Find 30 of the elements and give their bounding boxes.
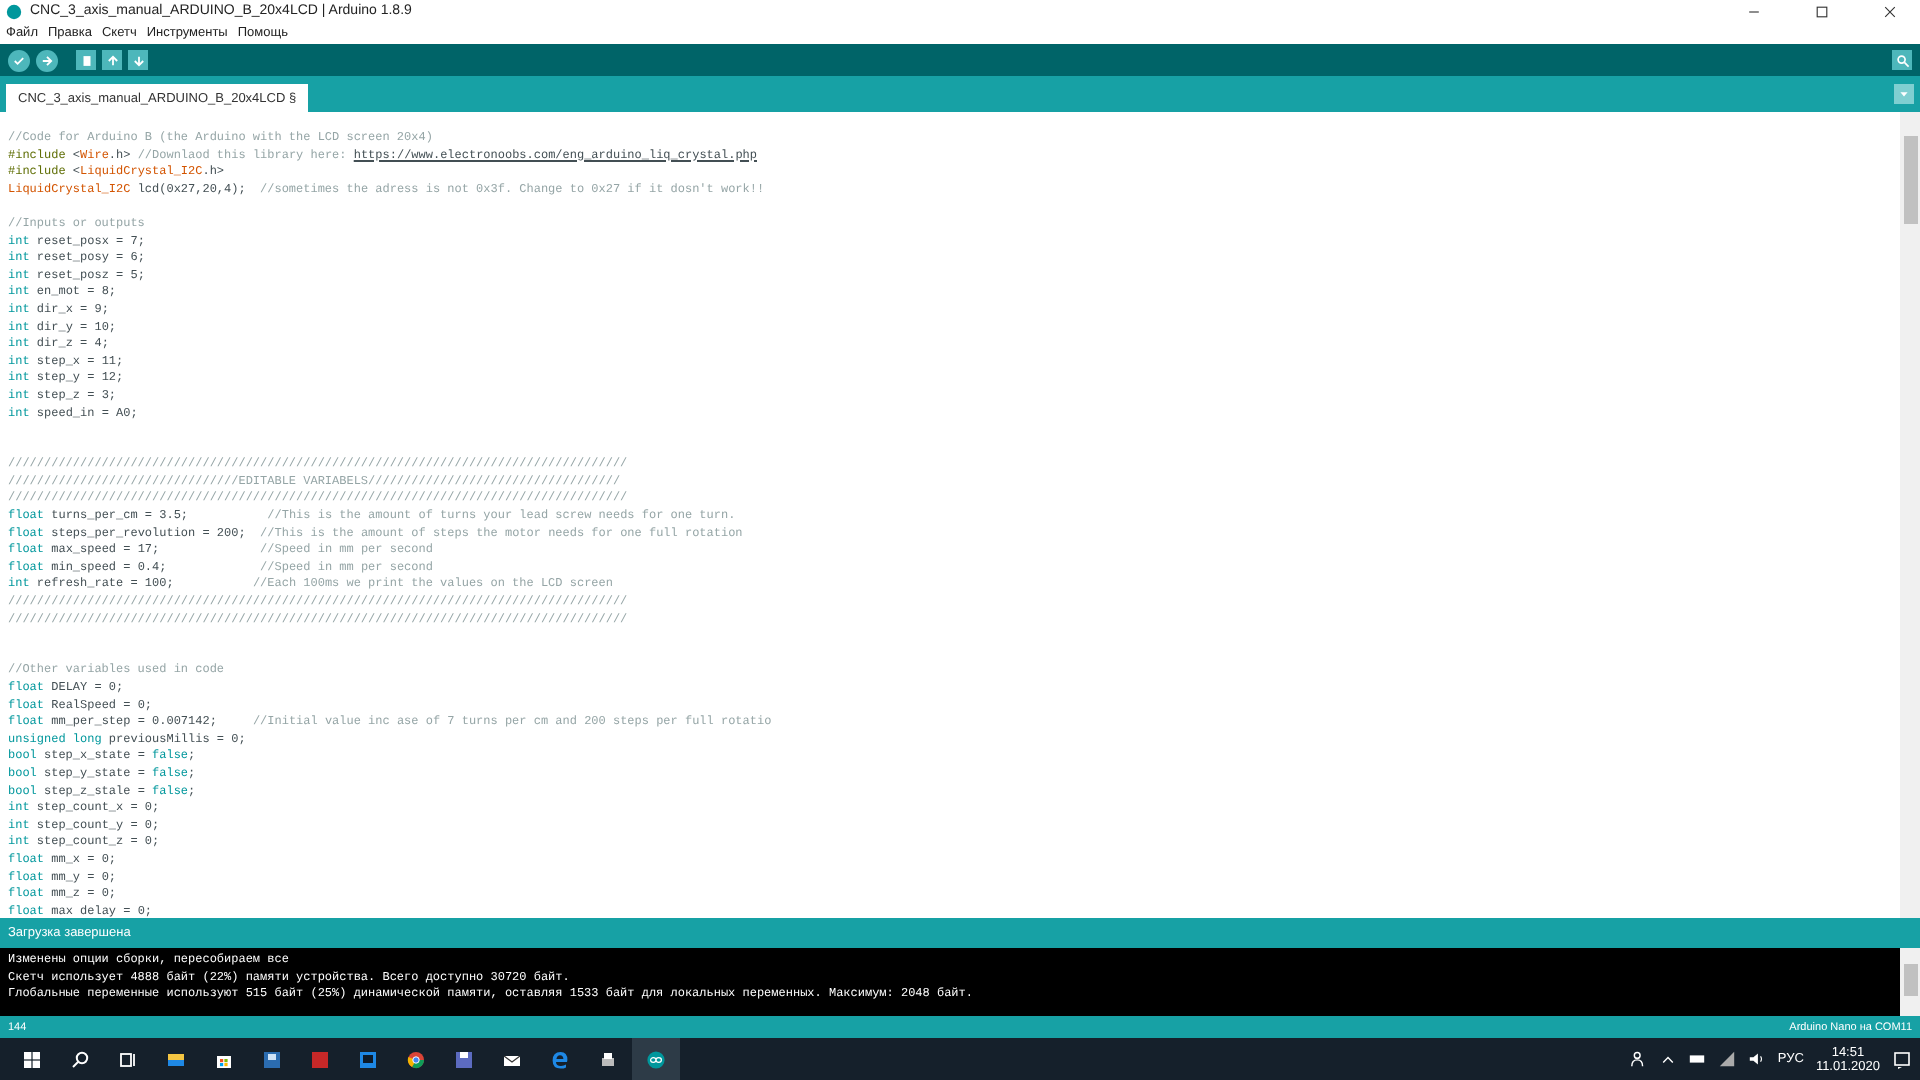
speaker-icon	[1747, 1050, 1766, 1068]
folder-icon	[166, 1049, 186, 1069]
edge-icon	[550, 1049, 570, 1069]
close-icon	[1882, 3, 1898, 19]
printer-icon	[598, 1049, 618, 1069]
taskbar-app[interactable]	[632, 1038, 680, 1080]
page-icon	[79, 53, 93, 67]
search-icon	[70, 1049, 90, 1069]
console-scrollbar[interactable]	[1900, 948, 1920, 1016]
check-icon	[12, 53, 26, 67]
scrollbar-thumb[interactable]	[1903, 964, 1917, 996]
task-view-icon	[118, 1049, 138, 1069]
chevron-up-icon	[1659, 1051, 1676, 1067]
arrow-up-icon	[105, 53, 119, 67]
arduino-icon	[646, 1049, 666, 1069]
maximize-icon	[1814, 3, 1830, 19]
arrow-right-icon	[40, 53, 54, 67]
notification-icon	[1892, 1049, 1912, 1069]
arrow-down-icon	[131, 53, 145, 67]
scrollbar[interactable]	[1900, 112, 1920, 918]
search-icon	[1895, 53, 1909, 67]
caret-down-icon	[1898, 88, 1910, 100]
upload-button[interactable]	[36, 49, 58, 71]
monitor-icon	[358, 1049, 378, 1069]
people-icon	[1629, 1050, 1648, 1068]
scrollbar-thumb[interactable]	[1903, 136, 1917, 224]
app-logo-icon	[6, 3, 22, 19]
browser-icon	[406, 1049, 426, 1069]
windows-icon	[22, 1049, 42, 1069]
verify-button[interactable]	[8, 49, 30, 71]
